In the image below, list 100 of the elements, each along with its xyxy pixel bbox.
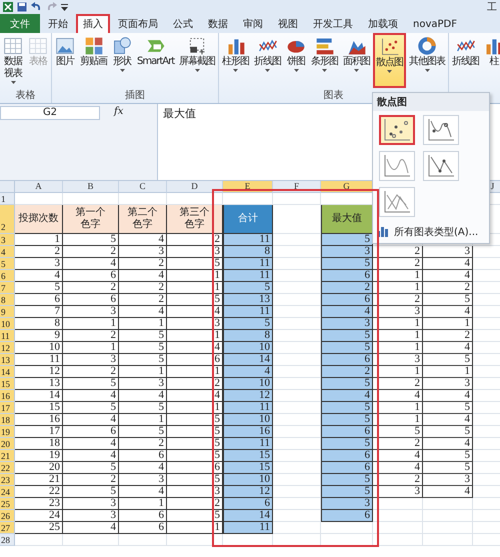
- table-cell: 6: [63, 270, 119, 282]
- ribbon-button[interactable]: SmartArt: [135, 33, 176, 88]
- window-title: 工: [487, 0, 497, 14]
- ribbon-button[interactable]: 折线图: [252, 33, 284, 88]
- table-cell: 3: [423, 378, 473, 390]
- row-header[interactable]: 6: [0, 270, 15, 282]
- table-cell: 3: [63, 354, 119, 366]
- table-cell: 5: [321, 474, 373, 486]
- all-chart-types-item[interactable]: 所有图表类型(A)...: [373, 221, 489, 243]
- table-cell: 4: [63, 522, 119, 534]
- ribbon-button[interactable]: 其他图表: [407, 33, 448, 88]
- ribbon-tab[interactable]: 数据: [201, 14, 235, 33]
- table-cell: 5: [423, 354, 473, 366]
- row-header[interactable]: 13: [0, 354, 15, 366]
- insert-function-button[interactable]: fx: [114, 106, 124, 117]
- ribbon-button[interactable]: 饼图: [284, 33, 308, 88]
- row-header[interactable]: 8: [0, 294, 15, 306]
- row-header[interactable]: 22: [0, 462, 15, 474]
- row-header[interactable]: 27: [0, 522, 15, 534]
- column-header[interactable]: B: [63, 181, 119, 193]
- table-cell: 1: [423, 318, 473, 330]
- ribbon-tab[interactable]: 开始: [41, 14, 75, 33]
- table-cell: 5: [119, 402, 167, 414]
- table-cell: 5: [223, 282, 273, 294]
- table-cell: 5: [373, 426, 423, 438]
- table-cell: 5: [15, 282, 63, 294]
- table-cell: 2: [63, 366, 119, 378]
- table-cell: 4: [63, 450, 119, 462]
- ribbon-button[interactable]: 屏幕截图: [177, 33, 218, 88]
- row-header[interactable]: 17: [0, 402, 15, 414]
- row-header[interactable]: 14: [0, 366, 15, 378]
- row-header[interactable]: 18: [0, 414, 15, 426]
- header-label: 色字: [80, 219, 100, 231]
- table-cell: 13: [223, 294, 273, 306]
- row-header[interactable]: 7: [0, 282, 15, 294]
- ribbon-tab[interactable]: 视图: [271, 14, 305, 33]
- ribbon-button[interactable]: 图片: [53, 33, 77, 88]
- ribbon-tab[interactable]: 审阅: [236, 14, 270, 33]
- ribbon-tab[interactable]: 插入: [76, 14, 110, 33]
- row-header[interactable]: 11: [0, 330, 15, 342]
- ribbon-tab[interactable]: novaPDF: [406, 14, 464, 33]
- column-header[interactable]: C: [119, 181, 167, 193]
- row-header[interactable]: 23: [0, 474, 15, 486]
- ribbon-button[interactable]: 条形图: [309, 33, 340, 88]
- row-header[interactable]: 19: [0, 426, 15, 438]
- column-header[interactable]: A: [15, 181, 63, 193]
- row-header[interactable]: 25: [0, 498, 15, 510]
- row-header[interactable]: 1: [0, 193, 15, 205]
- ribbon-button[interactable]: 柱形图: [220, 33, 252, 88]
- table-cell: 2: [373, 258, 423, 270]
- row-header[interactable]: 5: [0, 258, 15, 270]
- ribbon-button[interactable]: 数据 视表: [1, 33, 25, 88]
- table-cell: 1: [119, 318, 167, 330]
- row-header[interactable]: 26: [0, 510, 15, 522]
- row-header[interactable]: 12: [0, 342, 15, 354]
- ribbon-tab[interactable]: 开发工具: [306, 14, 360, 33]
- ribbon-tab[interactable]: 文件: [0, 14, 40, 33]
- table-cell: 12: [223, 390, 273, 402]
- row-header[interactable]: 20: [0, 438, 15, 450]
- ribbon-tab[interactable]: 公式: [166, 14, 200, 33]
- name-box[interactable]: G2: [0, 106, 100, 120]
- ribbon-tab[interactable]: 页面布局: [111, 14, 165, 33]
- table-cell: 13: [15, 378, 63, 390]
- table-cell: 3: [373, 354, 423, 366]
- table-cell: 6: [223, 498, 273, 510]
- table-cell: 5: [119, 342, 167, 354]
- header-label: 第三个: [180, 207, 210, 218]
- row-header[interactable]: 15: [0, 378, 15, 390]
- ribbon-button[interactable]: 剪贴画: [78, 33, 109, 88]
- row-header[interactable]: 3: [0, 234, 15, 246]
- row-header[interactable]: 2: [0, 205, 15, 234]
- header-label: 色字: [132, 219, 152, 231]
- ribbon-button[interactable]: 散点图: [373, 33, 406, 88]
- row-header[interactable]: 28: [0, 534, 15, 546]
- table-cell: 25: [15, 522, 63, 534]
- table-cell: 4: [63, 414, 119, 426]
- ribbon-button[interactable]: 形状: [110, 33, 134, 88]
- table-cell: 5: [223, 318, 273, 330]
- ribbon-tab[interactable]: 加载项: [361, 14, 405, 33]
- table-cell: 24: [15, 510, 63, 522]
- row-header[interactable]: 9: [0, 306, 15, 318]
- row-header[interactable]: 21: [0, 450, 15, 462]
- row-header[interactable]: 4: [0, 246, 15, 258]
- column-header[interactable]: D: [167, 181, 223, 193]
- table-cell: 14: [15, 390, 63, 402]
- table-cell: 2: [321, 282, 373, 294]
- table-cell: 5: [63, 462, 119, 474]
- row-header[interactable]: 10: [0, 318, 15, 330]
- ribbon-button[interactable]: 面积图: [341, 33, 372, 88]
- row-header[interactable]: 24: [0, 486, 15, 498]
- table-cell: 5: [423, 450, 473, 462]
- row-header[interactable]: 16: [0, 390, 15, 402]
- header-label: 第一个: [76, 207, 106, 218]
- table-cell: 4: [423, 390, 473, 402]
- table-cell: 2: [423, 330, 473, 342]
- table-cell: 5: [63, 378, 119, 390]
- table-cell: 3: [119, 246, 167, 258]
- table-cell: 5: [321, 330, 373, 342]
- table-cell: 4: [423, 486, 473, 498]
- table-cell: 6: [321, 450, 373, 462]
